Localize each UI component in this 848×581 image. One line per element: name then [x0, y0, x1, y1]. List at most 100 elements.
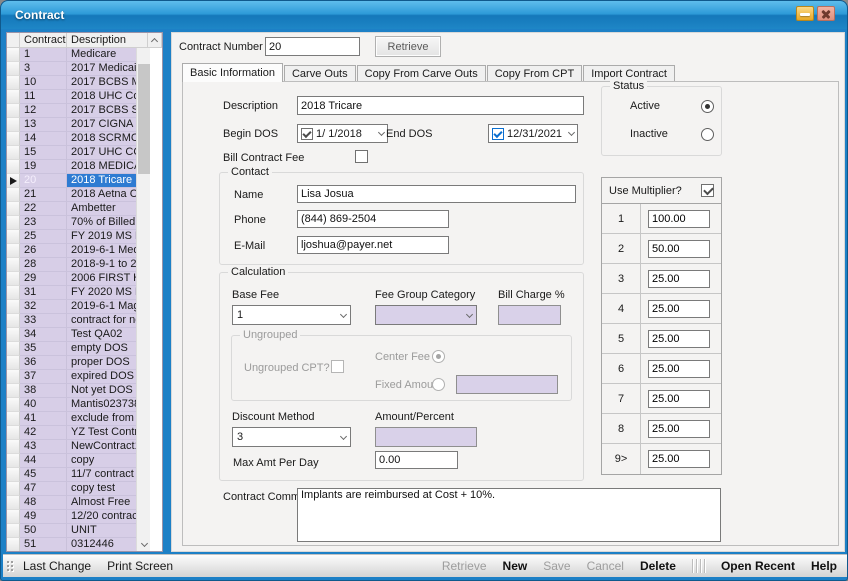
- last-change-button[interactable]: Last Change: [23, 559, 91, 573]
- table-row[interactable]: 4912/20 contract: [7, 510, 136, 524]
- table-row[interactable]: 48Almost Free: [7, 496, 136, 510]
- scrollbar-thumb[interactable]: [138, 64, 150, 174]
- row-selector[interactable]: [7, 482, 20, 496]
- table-row[interactable]: 132017 CIGNA Comm: [7, 118, 136, 132]
- row-selector[interactable]: [7, 286, 20, 300]
- table-row[interactable]: 36proper DOS: [7, 356, 136, 370]
- contact-phone-input[interactable]: [297, 210, 449, 228]
- table-row[interactable]: 4511/7 contract: [7, 468, 136, 482]
- row-selector[interactable]: [7, 62, 20, 76]
- table-row[interactable]: 152017 UHC COMM: [7, 146, 136, 160]
- row-selector[interactable]: [7, 538, 20, 552]
- help-button[interactable]: Help: [811, 559, 837, 573]
- base-fee-dropdown[interactable]: 1: [232, 305, 351, 325]
- table-row[interactable]: 38Not yet DOS: [7, 384, 136, 398]
- row-selector[interactable]: [7, 342, 20, 356]
- row-selector[interactable]: [7, 174, 20, 188]
- row-selector[interactable]: [7, 328, 20, 342]
- row-selector[interactable]: [7, 160, 20, 174]
- row-selector[interactable]: [7, 146, 20, 160]
- row-selector[interactable]: [7, 76, 20, 90]
- retrieve-button[interactable]: Retrieve: [375, 36, 441, 57]
- row-selector[interactable]: [7, 384, 20, 398]
- multiplier-value-input[interactable]: [648, 240, 710, 258]
- row-selector[interactable]: [7, 132, 20, 146]
- row-selector[interactable]: [7, 454, 20, 468]
- row-selector[interactable]: [7, 314, 20, 328]
- table-row[interactable]: 37expired DOS: [7, 370, 136, 384]
- table-row[interactable]: 42YZ Test Contract: [7, 426, 136, 440]
- minimize-icon[interactable]: [796, 6, 814, 21]
- delete-button[interactable]: Delete: [640, 559, 676, 573]
- max-amt-per-day-input[interactable]: [375, 451, 458, 469]
- scroll-down-icon[interactable]: [137, 537, 151, 552]
- inactive-radio[interactable]: [701, 128, 714, 141]
- row-selector[interactable]: [7, 356, 20, 370]
- tab-copy-from-carve-outs[interactable]: Copy From Carve Outs: [357, 65, 486, 82]
- row-selector[interactable]: [7, 216, 20, 230]
- table-row[interactable]: 510312446: [7, 538, 136, 552]
- table-row[interactable]: 43NewContract11-6: [7, 440, 136, 454]
- multiplier-value-input[interactable]: [648, 360, 710, 378]
- row-selector[interactable]: [7, 412, 20, 426]
- contract-list-scrollbar[interactable]: [136, 48, 150, 552]
- table-row[interactable]: 44copy: [7, 454, 136, 468]
- begin-dos-datepicker[interactable]: 1/ 1/2018: [297, 124, 388, 143]
- table-row[interactable]: 1Medicare: [7, 48, 136, 62]
- contact-email-input[interactable]: [297, 236, 449, 254]
- table-row[interactable]: 322019-6-1 Magnolia: [7, 300, 136, 314]
- row-selector[interactable]: [7, 202, 20, 216]
- table-row[interactable]: 31FY 2020 MS Breas: [7, 286, 136, 300]
- contract-column-header[interactable]: Contract: [20, 33, 67, 48]
- table-row[interactable]: 212018 Aetna Comm: [7, 188, 136, 202]
- row-selector[interactable]: [7, 496, 20, 510]
- tab-carve-outs[interactable]: Carve Outs: [284, 65, 356, 82]
- contract-number-input[interactable]: [265, 37, 360, 56]
- begin-dos-checkbox[interactable]: [301, 128, 313, 140]
- row-selector[interactable]: [7, 258, 20, 272]
- table-row[interactable]: 192018 MEDICAID: [7, 160, 136, 174]
- row-selector[interactable]: [7, 468, 20, 482]
- end-dos-datepicker[interactable]: 12/31/2021: [488, 124, 578, 143]
- row-selector[interactable]: [7, 370, 20, 384]
- contact-name-input[interactable]: [297, 185, 576, 203]
- row-selector[interactable]: [7, 230, 20, 244]
- use-multiplier-checkbox[interactable]: [701, 184, 714, 197]
- row-selector[interactable]: [7, 300, 20, 314]
- open-recent-button[interactable]: Open Recent: [721, 559, 795, 573]
- description-input[interactable]: [297, 96, 584, 115]
- multiplier-value-input[interactable]: [648, 210, 710, 228]
- table-row[interactable]: 122017 BCBS STAT: [7, 104, 136, 118]
- row-selector[interactable]: [7, 90, 20, 104]
- table-row[interactable]: 22Ambetter: [7, 202, 136, 216]
- fixed-amount-radio[interactable]: [432, 378, 445, 391]
- tab-basic-information[interactable]: Basic Information: [182, 63, 283, 82]
- active-radio[interactable]: [701, 100, 714, 113]
- table-row[interactable]: 35empty DOS: [7, 342, 136, 356]
- table-row[interactable]: 262019-6-1 Medicaid: [7, 244, 136, 258]
- end-dos-checkbox[interactable]: [492, 128, 504, 140]
- multiplier-value-input[interactable]: [648, 300, 710, 318]
- row-selector[interactable]: [7, 188, 20, 202]
- row-selector[interactable]: [7, 398, 20, 412]
- discount-method-dropdown[interactable]: 3: [232, 427, 351, 447]
- row-selector[interactable]: [7, 48, 20, 62]
- row-selector[interactable]: [7, 510, 20, 524]
- print-screen-button[interactable]: Print Screen: [107, 559, 173, 573]
- table-row[interactable]: 102017 BCBS MS: [7, 76, 136, 90]
- table-row[interactable]: 292006 FIRST HEAL: [7, 272, 136, 286]
- row-selector[interactable]: [7, 118, 20, 132]
- new-button[interactable]: New: [503, 559, 528, 573]
- bill-contract-fee-checkbox[interactable]: [355, 150, 368, 163]
- multiplier-value-input[interactable]: [648, 450, 710, 468]
- row-selector[interactable]: [7, 104, 20, 118]
- table-row[interactable]: 41exclude from max: [7, 412, 136, 426]
- multiplier-value-input[interactable]: [648, 330, 710, 348]
- description-column-header[interactable]: Description: [67, 33, 148, 48]
- table-row[interactable]: 34Test QA02: [7, 328, 136, 342]
- row-selector[interactable]: [7, 524, 20, 538]
- tab-copy-from-cpt[interactable]: Copy From CPT: [487, 65, 582, 82]
- table-row[interactable]: 112018 UHC Comme: [7, 90, 136, 104]
- table-row[interactable]: 202018 Tricare: [7, 174, 136, 188]
- center-fee-radio[interactable]: [432, 350, 445, 363]
